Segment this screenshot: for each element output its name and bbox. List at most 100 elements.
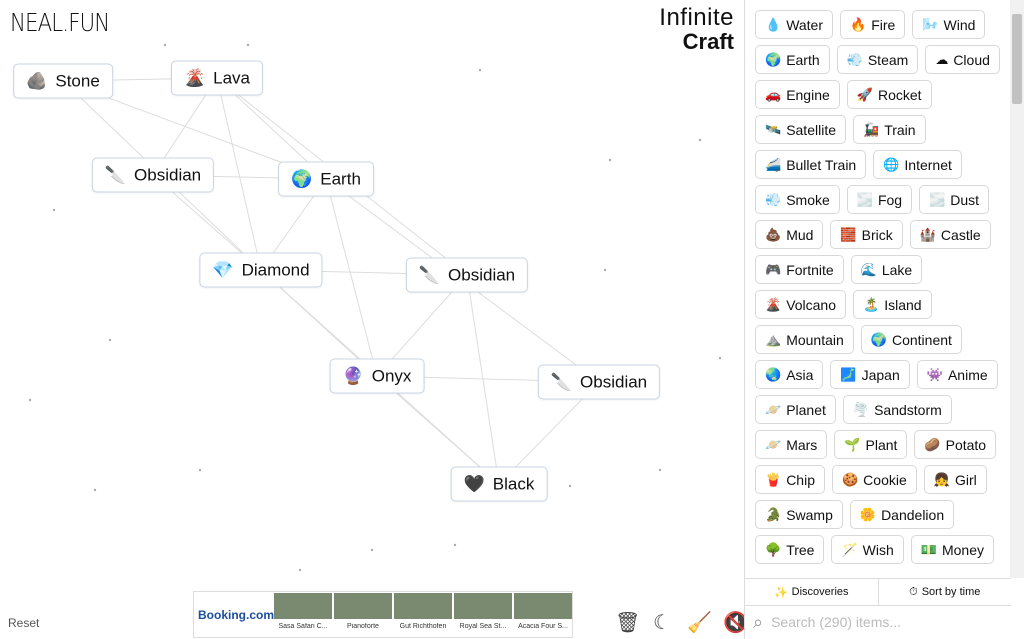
item-potato[interactable]: 🥔 Potato (914, 430, 997, 459)
item-icon: 🌋 (765, 296, 782, 312)
background-dot (93, 488, 97, 492)
item-cookie[interactable]: 🍪 Cookie (831, 465, 917, 494)
item-lake[interactable]: 🌊 Lake (850, 255, 923, 284)
item-icon: 🌫️ (856, 191, 873, 207)
ad-tile[interactable]: Acacia Four S... (514, 592, 572, 637)
item-internet[interactable]: 🌐 Internet (873, 150, 962, 179)
item-icon: 🌬️ (922, 16, 939, 32)
item-bullet-train[interactable]: 🚄 Bullet Train (755, 150, 867, 179)
advertisement-banner[interactable]: Booking.com Sasa Safari C... Pianoforte Gu… (193, 591, 573, 638)
item-wind[interactable]: 🌬️ Wind (912, 10, 986, 39)
item-castle[interactable]: 🏰 Castle (909, 220, 991, 249)
item-label: Earth (786, 51, 820, 68)
item-train[interactable]: 🚂 Train (853, 115, 926, 144)
ad-image (514, 592, 572, 619)
canvas-element-obsidian[interactable]: 🔪 Obsidian (405, 257, 529, 293)
item-wish[interactable]: 🪄 Wish (831, 535, 904, 564)
trash-icon[interactable]: 🗑 (615, 610, 640, 635)
ad-image (454, 592, 512, 619)
ad-image (394, 592, 452, 619)
items-row: 🌳 Tree 🪄 Wish 💵 Money (755, 535, 1007, 564)
item-icon: ☁ (935, 51, 949, 67)
item-icon: 👧 (933, 471, 950, 487)
search-icon: ⌕ (753, 611, 764, 632)
item-girl[interactable]: 👧 Girl (923, 465, 987, 494)
item-chip[interactable]: 🍟 Chip (755, 465, 825, 494)
item-label: Volcano (786, 296, 837, 313)
item-smoke[interactable]: 💨 Smoke (755, 185, 840, 214)
item-island[interactable]: 🏝️ Island (853, 290, 932, 319)
item-volcano[interactable]: 🌋 Volcano (755, 290, 847, 319)
item-label: Fog (877, 191, 903, 208)
moon-icon[interactable]: ☾ (651, 610, 673, 635)
item-water[interactable]: 💧 Water (755, 10, 834, 39)
ad-tiles: Sasa Safari C... Pianoforte Gut Richthofen… (274, 592, 574, 637)
sort-by-time-button[interactable]: ⏱ Sort by time (879, 579, 1012, 605)
item-label: Money (941, 541, 984, 558)
item-rocket[interactable]: 🚀 Rocket (846, 80, 932, 109)
item-engine[interactable]: 🚗 Engine (755, 80, 840, 109)
item-icon: 🎮 (765, 261, 782, 277)
neal-fun-logo[interactable]: NEAL.FUN (10, 8, 110, 37)
item-label: Potato (945, 436, 987, 453)
broom-icon[interactable]: 🧹 (687, 610, 712, 635)
item-steam[interactable]: 💨 Steam (836, 45, 919, 74)
item-icon: 💵 (920, 541, 937, 557)
item-earth[interactable]: 🌍 Earth (755, 45, 830, 74)
canvas-element-black[interactable]: 🖤 Black (450, 466, 548, 502)
item-planet[interactable]: 🪐 Planet (755, 395, 836, 424)
item-label: Plant (865, 436, 898, 453)
item-anime[interactable]: 👾 Anime (916, 360, 998, 389)
item-dandelion[interactable]: 🌼 Dandelion (849, 500, 955, 529)
item-asia[interactable]: 🌏 Asia (755, 360, 824, 389)
item-japan[interactable]: 🗾 Japan (830, 360, 910, 389)
reset-button[interactable]: Reset (8, 616, 39, 630)
search-input[interactable] (771, 614, 992, 630)
item-fire[interactable]: 🔥 Fire (840, 10, 906, 39)
canvas-element-obsidian[interactable]: 🔪 Obsidian (91, 157, 215, 193)
item-label: Castle (940, 226, 981, 243)
item-icon: 💨 (846, 51, 863, 67)
item-dust[interactable]: 🌫️ Dust (919, 185, 990, 214)
ad-tile[interactable]: Sasa Safari C... (274, 592, 332, 637)
title-line-2: Craft (682, 29, 734, 54)
element-icon: 🪨 (26, 71, 48, 90)
ad-tile[interactable]: Gut Richthofen (394, 592, 452, 637)
ad-caption: Royal Sea St... (459, 622, 507, 630)
canvas-element-stone[interactable]: 🪨 Stone (13, 63, 113, 99)
canvas-element-diamond[interactable]: 💎 Diamond (199, 252, 323, 288)
item-satellite[interactable]: 🛰️ Satellite (755, 115, 846, 144)
item-icon: 🚀 (856, 86, 873, 102)
scrollbar-thumb[interactable] (1012, 14, 1022, 104)
item-plant[interactable]: 🌱 Plant (834, 430, 908, 459)
canvas-element-obsidian[interactable]: 🔪 Obsidian (537, 364, 661, 400)
item-mars[interactable]: 🪐 Mars (755, 430, 828, 459)
item-fortnite[interactable]: 🎮 Fortnite (755, 255, 844, 284)
item-fog[interactable]: 🌫️ Fog (846, 185, 913, 214)
canvas-element-lava[interactable]: 🌋 Lava (170, 60, 264, 96)
item-mountain[interactable]: ⛰️ Mountain (755, 325, 854, 354)
canvas-element-earth[interactable]: 🌍 Earth (278, 161, 374, 197)
item-icon: 💨 (765, 191, 782, 207)
item-mud[interactable]: 💩 Mud (755, 220, 824, 249)
toolbar: 🗑 ☾ 🧹 🔇 (615, 610, 744, 635)
ad-tile[interactable]: Pianoforte (334, 592, 392, 637)
item-continent[interactable]: 🌍 Continent (860, 325, 962, 354)
item-sandstorm[interactable]: 🌪️ Sandstorm (842, 395, 952, 424)
item-icon: 🪐 (765, 436, 782, 452)
mute-icon[interactable]: 🔇 (723, 610, 744, 635)
ad-brand[interactable]: Booking.com (194, 608, 274, 622)
item-money[interactable]: 💵 Money (910, 535, 994, 564)
item-swamp[interactable]: 🐊 Swamp (755, 500, 843, 529)
canvas-element-onyx[interactable]: 🔮 Onyx (329, 358, 425, 394)
crafting-canvas[interactable]: NEAL.FUN Infinite Craft 🪨 Stone 🌋 Lava 🔪 Obsi… (0, 0, 744, 639)
item-cloud[interactable]: ☁ Cloud (925, 45, 1000, 74)
item-brick[interactable]: 🧱 Brick (830, 220, 903, 249)
ad-tile[interactable]: Royal Sea St... (454, 592, 512, 637)
item-icon: 🌐 (883, 156, 900, 172)
scrollbar[interactable] (1010, 0, 1024, 578)
discoveries-button[interactable]: ✨ Discoveries (745, 579, 879, 605)
search-bar: ⌕ (753, 610, 992, 634)
item-tree[interactable]: 🌳 Tree (755, 535, 825, 564)
background-dot (28, 398, 32, 402)
